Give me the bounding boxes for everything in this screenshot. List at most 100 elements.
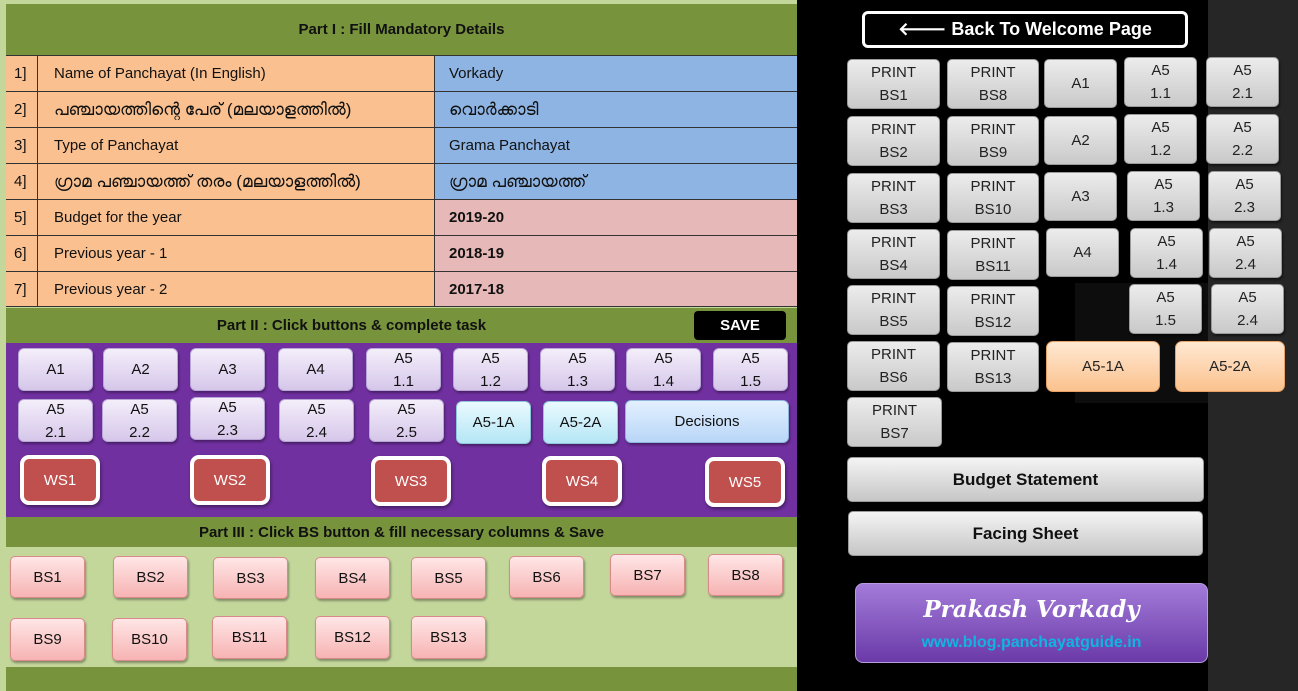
bs11-button[interactable]: BS11 bbox=[212, 616, 287, 659]
previous-year-1-value: 2018-19 bbox=[435, 236, 797, 271]
part3-title: Part III : Click BS button & fill necess… bbox=[198, 523, 605, 541]
bs7-button[interactable]: BS7 bbox=[610, 554, 685, 596]
save-button[interactable]: SAVE bbox=[694, 311, 786, 340]
detail-row: 2] പഞ്ചായത്തിന്റെ പേര് (മലയാളത്തിൽ) വൊർക… bbox=[6, 91, 797, 127]
ws3-button[interactable]: WS3 bbox=[371, 456, 451, 506]
print-bs13-button[interactable]: PRINT BS13 bbox=[947, 342, 1039, 392]
bottom-band bbox=[6, 667, 797, 691]
row-label: Budget for the year bbox=[38, 200, 435, 235]
print-bs2-button[interactable]: PRINT BS2 bbox=[847, 116, 940, 166]
a5-1-5-button[interactable]: A5 1.5 bbox=[713, 348, 788, 391]
a5-2-2-button[interactable]: A5 2.2 bbox=[102, 399, 177, 442]
part1-header: Part I : Fill Mandatory Details bbox=[6, 4, 797, 55]
ws4-button[interactable]: WS4 bbox=[542, 456, 622, 506]
print-bs12-button[interactable]: PRINT BS12 bbox=[947, 286, 1039, 336]
bs13-button[interactable]: BS13 bbox=[411, 616, 486, 659]
panchayat-name-english-field[interactable]: Vorkady bbox=[435, 56, 797, 91]
a5-2-1-button[interactable]: A5 2.1 bbox=[18, 399, 93, 442]
a1-button[interactable]: A1 bbox=[18, 348, 93, 391]
ws2-button[interactable]: WS2 bbox=[190, 455, 270, 505]
print-bs10-button[interactable]: PRINT BS10 bbox=[947, 173, 1039, 223]
row-label: Previous year - 2 bbox=[38, 272, 435, 306]
print-bs7-button[interactable]: PRINT BS7 bbox=[847, 397, 942, 447]
part3-header: Part III : Click BS button & fill necess… bbox=[6, 517, 797, 547]
right-a1-button[interactable]: A1 bbox=[1044, 59, 1117, 108]
a5-1a-button[interactable]: A5-1A bbox=[456, 401, 531, 444]
budget-statement-button[interactable]: Budget Statement bbox=[847, 457, 1204, 502]
row-number: 3] bbox=[6, 128, 38, 163]
right-a5-1-4-button[interactable]: A5 1.4 bbox=[1130, 228, 1203, 278]
bs8-button[interactable]: BS8 bbox=[708, 554, 783, 596]
bs12-button[interactable]: BS12 bbox=[315, 616, 390, 659]
panchayat-type-malayalam-field[interactable]: ഗ്രാമ പഞ്ചായത്ത് bbox=[435, 164, 797, 199]
bs5-button[interactable]: BS5 bbox=[411, 557, 486, 599]
detail-row: 5] Budget for the year 2019-20 bbox=[6, 199, 797, 235]
a5-1-4-button[interactable]: A5 1.4 bbox=[626, 348, 701, 391]
detail-row: 3] Type of Panchayat Grama Panchayat bbox=[6, 127, 797, 163]
print-bs11-button[interactable]: PRINT BS11 bbox=[947, 230, 1039, 280]
bs9-button[interactable]: BS9 bbox=[10, 618, 85, 661]
a5-2-5-button[interactable]: A5 2.5 bbox=[369, 399, 444, 442]
ws5-button[interactable]: WS5 bbox=[705, 457, 785, 507]
right-a3-button[interactable]: A3 bbox=[1044, 172, 1117, 221]
row-label: Name of Panchayat (In English) bbox=[38, 56, 435, 91]
row-number: 5] bbox=[6, 200, 38, 235]
a3-button[interactable]: A3 bbox=[190, 348, 265, 391]
right-a5-1-5-button[interactable]: A5 1.5 bbox=[1129, 284, 1202, 334]
ws1-button[interactable]: WS1 bbox=[20, 455, 100, 505]
print-bs8-button[interactable]: PRINT BS8 bbox=[947, 59, 1039, 109]
bs4-button[interactable]: BS4 bbox=[315, 557, 390, 599]
facing-sheet-button[interactable]: Facing Sheet bbox=[848, 511, 1203, 556]
right-a5-2-2-button[interactable]: A5 2.2 bbox=[1206, 114, 1279, 164]
detail-row: 6] Previous year - 1 2018-19 bbox=[6, 235, 797, 271]
right-a5-1a-button[interactable]: A5-1A bbox=[1046, 341, 1160, 392]
row-label: പഞ്ചായത്തിന്റെ പേര് (മലയാളത്തിൽ) bbox=[38, 92, 435, 127]
author-name: Prakash Vorkady bbox=[923, 596, 1140, 623]
bs2-button[interactable]: BS2 bbox=[113, 556, 188, 598]
a5-1-1-button[interactable]: A5 1.1 bbox=[366, 348, 441, 391]
row-number: 1] bbox=[6, 56, 38, 91]
right-a5-2-3-button[interactable]: A5 2.3 bbox=[1208, 171, 1281, 221]
row-number: 2] bbox=[6, 92, 38, 127]
right-a4-button[interactable]: A4 bbox=[1046, 228, 1119, 277]
a5-1-2-button[interactable]: A5 1.2 bbox=[453, 348, 528, 391]
detail-row: 7] Previous year - 2 2017-18 bbox=[6, 271, 797, 307]
right-a5-2a-button[interactable]: A5-2A bbox=[1175, 341, 1285, 392]
budget-year-value: 2019-20 bbox=[435, 200, 797, 235]
right-a5-2-1-button[interactable]: A5 2.1 bbox=[1206, 57, 1279, 107]
right-a5-1-1-button[interactable]: A5 1.1 bbox=[1124, 57, 1197, 107]
right-a5-2-4b-button[interactable]: A5 2.4 bbox=[1211, 284, 1284, 334]
back-to-welcome-button[interactable]: 🡐 Back To Welcome Page bbox=[862, 11, 1188, 48]
detail-row: 4] ഗ്രാമ പഞ്ചായത്ത് തരം (മലയാളത്തിൽ) ഗ്ര… bbox=[6, 163, 797, 199]
right-a5-1-2-button[interactable]: A5 1.2 bbox=[1124, 114, 1197, 164]
print-bs9-button[interactable]: PRINT BS9 bbox=[947, 116, 1039, 166]
bs3-button[interactable]: BS3 bbox=[213, 557, 288, 599]
row-label: Previous year - 1 bbox=[38, 236, 435, 271]
print-bs5-button[interactable]: PRINT BS5 bbox=[847, 285, 940, 335]
a5-2-4-button[interactable]: A5 2.4 bbox=[279, 399, 354, 442]
row-number: 7] bbox=[6, 272, 38, 306]
print-bs4-button[interactable]: PRINT BS4 bbox=[847, 229, 940, 279]
bs10-button[interactable]: BS10 bbox=[112, 618, 187, 661]
bs1-button[interactable]: BS1 bbox=[10, 556, 85, 598]
a4-button[interactable]: A4 bbox=[278, 348, 353, 391]
panchayat-type-field[interactable]: Grama Panchayat bbox=[435, 128, 797, 163]
print-bs3-button[interactable]: PRINT BS3 bbox=[847, 173, 940, 223]
bs6-button[interactable]: BS6 bbox=[509, 556, 584, 598]
panchayat-name-malayalam-field[interactable]: വൊർക്കാടി bbox=[435, 92, 797, 127]
a2-button[interactable]: A2 bbox=[103, 348, 178, 391]
row-label: ഗ്രാമ പഞ്ചായത്ത് തരം (മലയാളത്തിൽ) bbox=[38, 164, 435, 199]
row-number: 4] bbox=[6, 164, 38, 199]
row-label: Type of Panchayat bbox=[38, 128, 435, 163]
print-bs1-button[interactable]: PRINT BS1 bbox=[847, 59, 940, 109]
a5-2a-button[interactable]: A5-2A bbox=[543, 401, 618, 444]
print-bs6-button[interactable]: PRINT BS6 bbox=[847, 341, 940, 391]
a5-1-3-button[interactable]: A5 1.3 bbox=[540, 348, 615, 391]
author-blog-link[interactable]: www.blog.panchayatguide.in bbox=[856, 634, 1207, 652]
author-credit-banner: Prakash Vorkady www.blog.panchayatguide.… bbox=[855, 583, 1208, 663]
a5-2-3-button[interactable]: A5 2.3 bbox=[190, 397, 265, 440]
right-a5-2-4-button[interactable]: A5 2.4 bbox=[1209, 228, 1282, 278]
right-a2-button[interactable]: A2 bbox=[1044, 116, 1117, 165]
right-a5-1-3-button[interactable]: A5 1.3 bbox=[1127, 171, 1200, 221]
decisions-button[interactable]: Decisions bbox=[625, 400, 789, 443]
